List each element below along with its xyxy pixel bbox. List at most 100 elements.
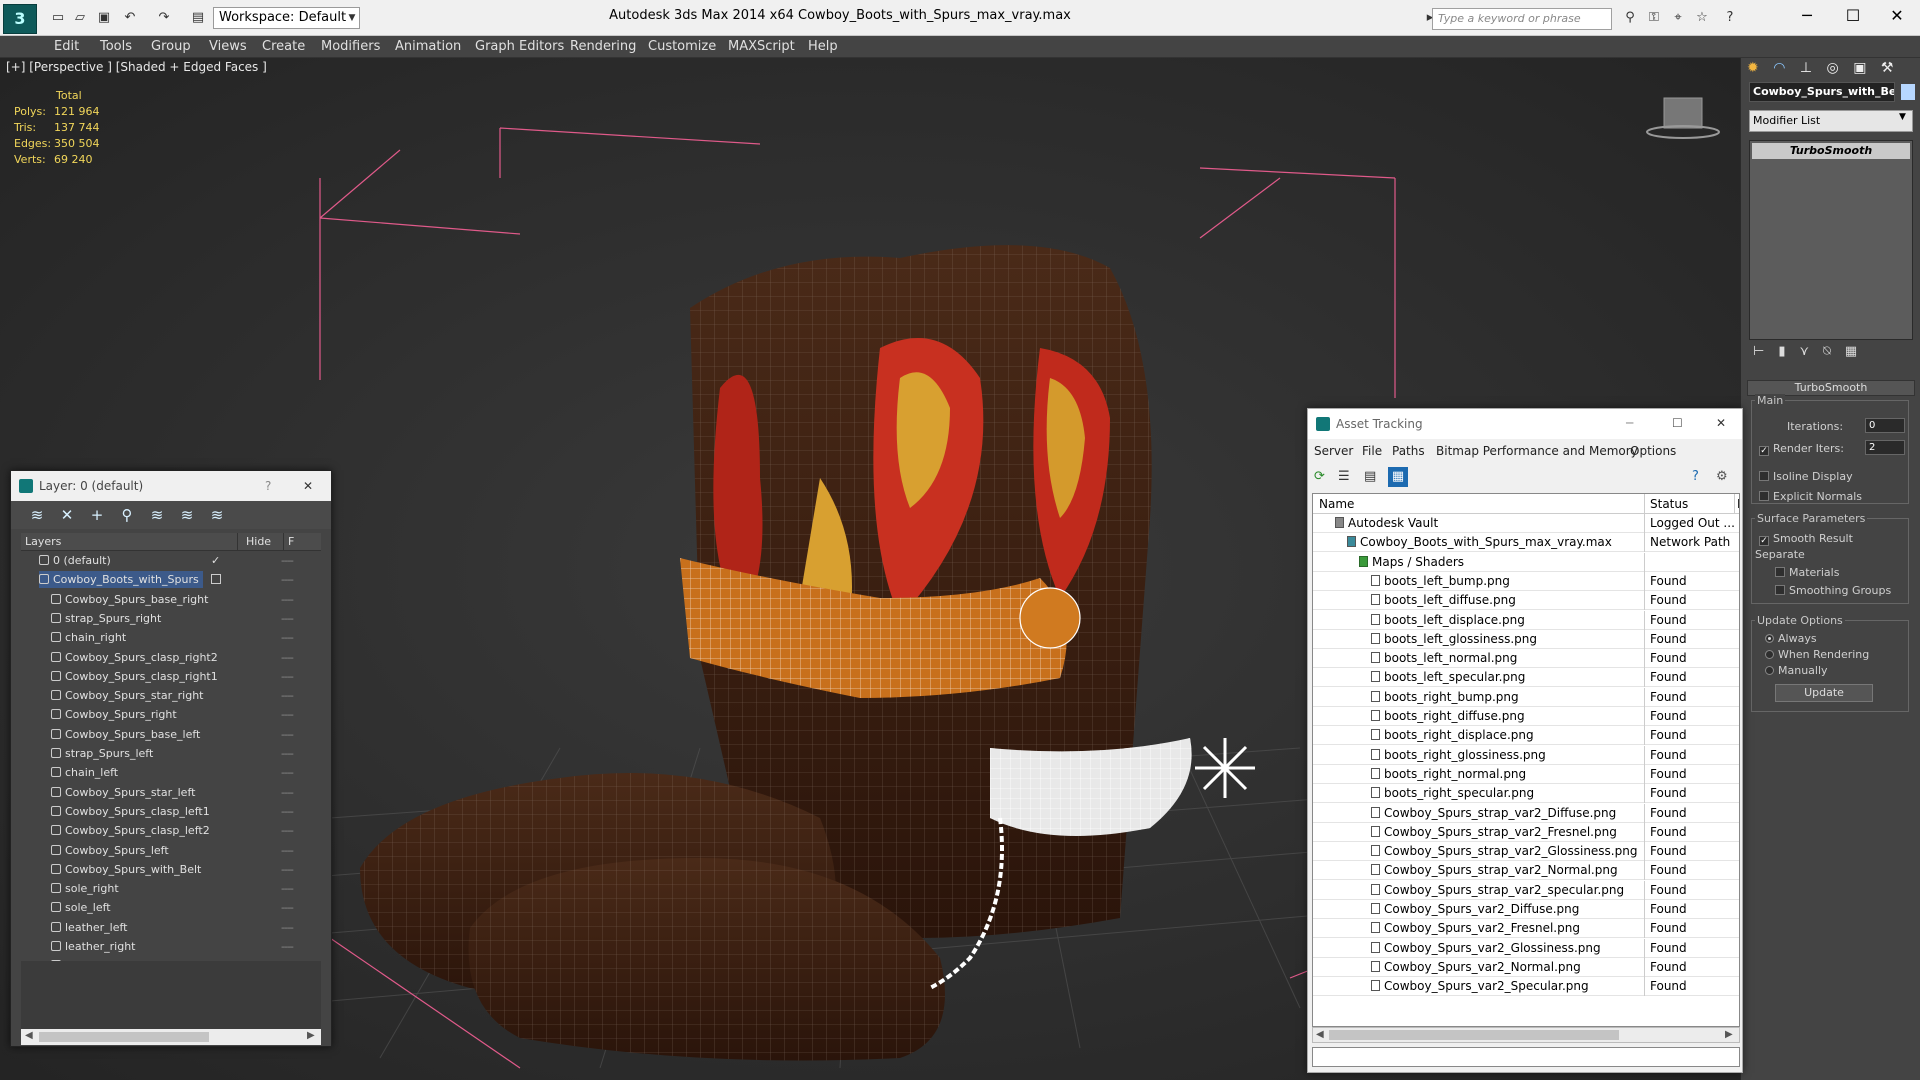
asset-tracking-titlebar[interactable]: Asset Tracking ─ ☐ ✕ bbox=[1308, 409, 1742, 439]
asset-row[interactable]: Cowboy_Spurs_strap_var2_Fresnel.png Found bbox=[1313, 822, 1739, 842]
redo-icon[interactable]: ↷ bbox=[154, 9, 174, 27]
hide-toggle[interactable]: ---- bbox=[281, 783, 294, 802]
render-iters-spinner[interactable]: 2 bbox=[1865, 440, 1905, 455]
layer-dialog-titlebar[interactable]: Layer: 0 (default) ? ✕ bbox=[11, 471, 331, 501]
make-unique-icon[interactable]: ⋎ bbox=[1799, 344, 1823, 359]
asset-row[interactable]: Cowboy_Spurs_var2_Normal.png Found bbox=[1313, 957, 1739, 977]
asset-row[interactable]: Cowboy_Spurs_var2_Diffuse.png Found bbox=[1313, 900, 1739, 919]
layer-row[interactable]: 0 (default) ✓ ---- bbox=[21, 551, 321, 570]
show-end-result-icon[interactable]: ▮ bbox=[1778, 344, 1799, 359]
asset-row[interactable]: boots_right_specular.png Found bbox=[1313, 784, 1739, 804]
undo-icon[interactable]: ↶ bbox=[120, 9, 140, 27]
explicit-normals-checkbox[interactable] bbox=[1759, 491, 1769, 501]
layer-row[interactable]: strap_Spurs_left ---- bbox=[21, 744, 321, 763]
layer-row[interactable]: Cowboy_Spurs_clasp_left1 ---- bbox=[21, 802, 321, 821]
create-tab-icon[interactable]: ✹ bbox=[1747, 60, 1759, 76]
layer-row[interactable]: leather_right ---- bbox=[21, 937, 321, 956]
new-file-icon[interactable]: ▭ bbox=[48, 9, 68, 27]
asset-close-icon[interactable]: ✕ bbox=[1716, 409, 1726, 437]
hide-toggle[interactable]: ---- bbox=[281, 937, 294, 956]
asset-settings-icon[interactable]: ⚙ bbox=[1716, 469, 1728, 484]
maximize-window-icon[interactable]: ☐ bbox=[1830, 0, 1876, 32]
modifier-stack[interactable]: TurboSmooth bbox=[1749, 140, 1913, 340]
asset-row[interactable]: boots_right_diffuse.png Found bbox=[1313, 707, 1739, 726]
layer-dialog-close-icon[interactable]: ✕ bbox=[303, 471, 313, 501]
hide-toggle[interactable]: ---- bbox=[281, 609, 294, 628]
search-input[interactable]: Type a keyword or phrase bbox=[1432, 8, 1612, 30]
hide-toggle[interactable]: ---- bbox=[281, 898, 294, 917]
hide-toggle[interactable]: ---- bbox=[281, 763, 294, 782]
menu-graph-editors[interactable]: Graph Editors bbox=[475, 36, 564, 58]
render-iters-checkbox[interactable]: ✓ bbox=[1759, 446, 1769, 456]
asset-row[interactable]: Cowboy_Spurs_strap_var2_Normal.png Found bbox=[1313, 861, 1739, 881]
asset-row[interactable]: boots_right_normal.png Found bbox=[1313, 764, 1739, 784]
menu-rendering[interactable]: Rendering bbox=[570, 36, 636, 58]
layer-dialog-help-icon[interactable]: ? bbox=[265, 471, 271, 501]
layer-row[interactable]: chain_left ---- bbox=[21, 763, 321, 782]
create-layer-icon[interactable]: ≋ bbox=[27, 506, 47, 524]
hide-toggle[interactable]: ---- bbox=[281, 648, 294, 667]
project-folder-icon[interactable]: ▤ bbox=[188, 9, 208, 27]
current-layer-check-icon[interactable]: ✓ bbox=[211, 551, 220, 570]
smooth-result-checkbox[interactable]: ✓ bbox=[1759, 536, 1769, 546]
hide-all-layers-icon[interactable]: ≋ bbox=[177, 506, 197, 524]
asset-scroll-right-icon[interactable]: ▶ bbox=[1725, 1029, 1733, 1040]
smoothing-groups-checkbox[interactable] bbox=[1775, 585, 1785, 595]
asset-row[interactable]: boots_left_bump.png Found bbox=[1313, 571, 1739, 591]
modifier-list-arrow-icon[interactable]: ▼ bbox=[1899, 112, 1906, 122]
pin-stack-icon[interactable]: ⊢ bbox=[1753, 344, 1778, 359]
menu-customize[interactable]: Customize bbox=[648, 36, 716, 58]
hide-toggle[interactable]: ---- bbox=[281, 590, 294, 609]
workspace-dropdown[interactable]: Workspace: Default bbox=[213, 7, 360, 29]
help-icon[interactable]: ? bbox=[1720, 9, 1740, 27]
asset-row[interactable]: Cowboy_Spurs_var2_Glossiness.png Found bbox=[1313, 938, 1739, 958]
asset-row[interactable]: boots_right_glossiness.png Found bbox=[1313, 745, 1739, 765]
menu-modifiers[interactable]: Modifiers bbox=[321, 36, 380, 58]
refresh-icon[interactable]: ⟳ bbox=[1314, 469, 1325, 484]
save-file-icon[interactable]: ▣ bbox=[94, 9, 114, 27]
highlight-layer-icon[interactable]: ≋ bbox=[147, 506, 167, 524]
select-objects-icon[interactable]: ⚲ bbox=[117, 506, 137, 524]
minimize-window-icon[interactable]: ─ bbox=[1784, 0, 1830, 32]
modifier-list-dropdown[interactable]: Modifier List bbox=[1749, 110, 1913, 132]
update-always-radio[interactable] bbox=[1765, 634, 1774, 643]
close-window-icon[interactable]: ✕ bbox=[1874, 0, 1920, 32]
hierarchy-tab-icon[interactable]: ⊥ bbox=[1800, 60, 1812, 76]
layer-row[interactable]: Cowboy_Spurs_star_right ---- bbox=[21, 686, 321, 705]
hide-toggle[interactable]: ---- bbox=[281, 802, 294, 821]
menu-views[interactable]: Views bbox=[209, 36, 247, 58]
hide-toggle[interactable]: ---- bbox=[281, 686, 294, 705]
layer-row[interactable]: Cowboy_Spurs_with_Belt ---- bbox=[21, 860, 321, 879]
layer-row[interactable]: Cowboy_Spurs_right ---- bbox=[21, 705, 321, 724]
subscription-icon[interactable]: ⚿ bbox=[1644, 9, 1664, 27]
hide-column-header[interactable]: Hide bbox=[237, 533, 271, 551]
hide-toggle[interactable]: ---- bbox=[281, 551, 294, 570]
scroll-left-icon[interactable]: ◀ bbox=[25, 1030, 33, 1041]
layer-row[interactable]: Cowboy_Spurs_left ---- bbox=[21, 841, 321, 860]
asset-scroll-thumb[interactable] bbox=[1329, 1030, 1619, 1040]
asset-row[interactable]: boots_left_diffuse.png Found bbox=[1313, 591, 1739, 611]
modify-tab-icon[interactable]: ◠ bbox=[1773, 60, 1785, 76]
layer-row[interactable]: sole_right ---- bbox=[21, 879, 321, 898]
asset-menu-server[interactable]: Server bbox=[1314, 441, 1353, 461]
hide-toggle[interactable]: ---- bbox=[281, 821, 294, 840]
layer-row[interactable]: Cowboy_Spurs_clasp_right1 ---- bbox=[21, 667, 321, 686]
freeze-column-header[interactable]: F bbox=[283, 533, 294, 551]
asset-menu-file[interactable]: File bbox=[1362, 441, 1382, 461]
asset-row[interactable]: boots_left_displace.png Found bbox=[1313, 610, 1739, 630]
hide-toggle[interactable]: ---- bbox=[281, 860, 294, 879]
layer-row[interactable]: chain_right ---- bbox=[21, 628, 321, 647]
asset-maximize-icon[interactable]: ☐ bbox=[1672, 409, 1683, 437]
layer-row[interactable]: Cowboy_Spurs_clasp_right2 ---- bbox=[21, 648, 321, 667]
freeze-all-layers-icon[interactable]: ≋ bbox=[207, 506, 227, 524]
asset-row[interactable]: Cowboy_Spurs_strap_var2_Diffuse.png Found bbox=[1313, 803, 1739, 823]
asset-row[interactable]: boots_right_displace.png Found bbox=[1313, 726, 1739, 746]
asset-scroll-left-icon[interactable]: ◀ bbox=[1316, 1029, 1324, 1040]
asset-row[interactable]: boots_right_bump.png Found bbox=[1313, 687, 1739, 707]
hide-toggle[interactable]: ---- bbox=[281, 725, 294, 744]
menu-animation[interactable]: Animation bbox=[395, 36, 461, 58]
asset-row[interactable]: boots_left_specular.png Found bbox=[1313, 668, 1739, 688]
hide-toggle[interactable]: ---- bbox=[281, 705, 294, 724]
menu-tools[interactable]: Tools bbox=[100, 36, 132, 58]
motion-tab-icon[interactable]: ◎ bbox=[1827, 60, 1839, 76]
